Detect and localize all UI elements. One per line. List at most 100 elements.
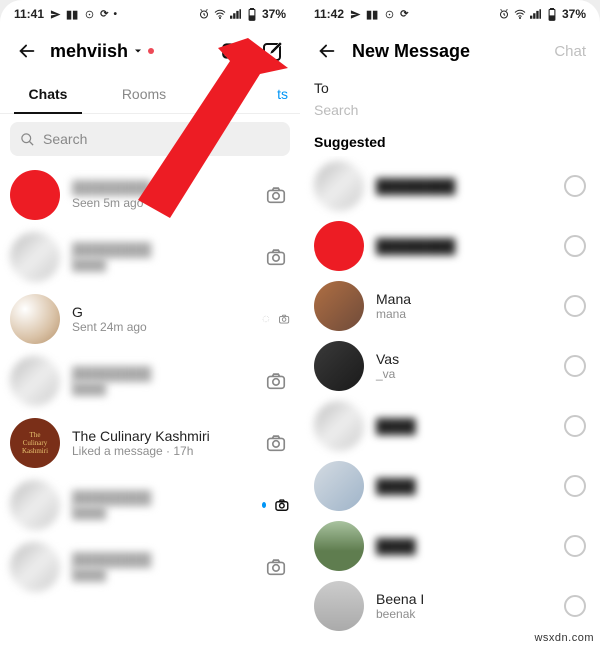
notification-dot xyxy=(148,48,154,54)
select-radio[interactable] xyxy=(564,475,586,497)
to-label: To xyxy=(300,74,600,98)
status-bar: 11:42 ▮▮ ⟳ 37% xyxy=(300,0,600,28)
chat-row[interactable]: ████████ ████ xyxy=(0,350,300,412)
account-switcher[interactable]: mehviish xyxy=(50,41,210,62)
username-label: mehviish xyxy=(50,41,128,62)
search-input[interactable] xyxy=(43,131,280,147)
camera-icon[interactable] xyxy=(265,556,287,578)
sugg-sub: _va xyxy=(376,367,552,381)
inbox-header: mehviish xyxy=(0,28,300,74)
avatar xyxy=(314,461,364,511)
chat-name: ████████ xyxy=(72,366,250,382)
chat-subtitle: ████ xyxy=(72,568,250,582)
suggested-list: ████████ ████████ Mana mana Vas xyxy=(300,156,600,648)
chat-row[interactable]: G Sent 24m ago xyxy=(0,288,300,350)
sugg-name: ████████ xyxy=(376,238,552,254)
chat-row[interactable]: ████████ ████ xyxy=(0,226,300,288)
suggested-row[interactable]: Vas _va xyxy=(300,336,600,396)
alarm-icon xyxy=(498,8,510,20)
sugg-name: ████ xyxy=(376,478,552,494)
pause-icon: ▮▮ xyxy=(66,8,78,21)
chat-list: ████████ Seen 5m ago ████████ ████ G Sen… xyxy=(0,164,300,648)
sugg-name: ████ xyxy=(376,538,552,554)
recipient-search-input[interactable] xyxy=(314,102,586,118)
avatar xyxy=(314,161,364,211)
sync-icon: ⟳ xyxy=(100,9,108,20)
select-radio[interactable] xyxy=(564,415,586,437)
sugg-name: Beena I xyxy=(376,591,552,607)
sugg-name: Mana xyxy=(376,291,552,307)
disc-icon xyxy=(383,8,395,20)
chat-name: ████████ xyxy=(72,180,250,196)
recipient-search[interactable] xyxy=(300,98,600,130)
video-icon xyxy=(220,38,246,64)
camera-icon[interactable] xyxy=(265,432,287,454)
send-icon xyxy=(349,8,361,20)
signal-icon xyxy=(230,8,242,20)
chat-row[interactable]: ████████ Seen 5m ago xyxy=(0,164,300,226)
tab-rooms[interactable]: Rooms xyxy=(96,74,192,113)
suggested-row[interactable]: ████ xyxy=(300,516,600,576)
select-radio[interactable] xyxy=(564,595,586,617)
dot-icon: • xyxy=(114,9,118,20)
avatar xyxy=(314,521,364,571)
chat-row[interactable]: ████████ ████ xyxy=(0,474,300,536)
avatar xyxy=(314,341,364,391)
select-radio[interactable] xyxy=(564,535,586,557)
chat-subtitle: Seen 5m ago xyxy=(72,196,250,210)
search-bar[interactable] xyxy=(10,122,290,156)
camera-icon[interactable] xyxy=(265,184,287,206)
avatar xyxy=(10,542,60,592)
suggested-row[interactable]: ████████ xyxy=(300,156,600,216)
chat-action-button[interactable]: Chat xyxy=(554,43,590,60)
avatar xyxy=(314,401,364,451)
status-time: 11:41 xyxy=(14,7,44,21)
new-message-header: New Message Chat xyxy=(300,28,600,74)
suggested-row[interactable]: Beena I beenak xyxy=(300,576,600,636)
chat-row[interactable]: TheCulinaryKashmiri The Culinary Kashmir… xyxy=(0,412,300,474)
camera-icon[interactable] xyxy=(265,370,287,392)
tab-chats[interactable]: Chats xyxy=(0,74,96,113)
alarm-icon xyxy=(198,8,210,20)
disc-icon xyxy=(83,8,95,20)
camera-icon[interactable] xyxy=(274,494,290,516)
unread-dot xyxy=(262,502,266,508)
pause-icon: ▮▮ xyxy=(366,8,378,21)
avatar xyxy=(314,281,364,331)
sugg-name: Vas xyxy=(376,351,552,367)
compose-icon xyxy=(261,39,285,63)
chevron-down-icon xyxy=(132,45,144,57)
video-call-button[interactable] xyxy=(216,34,250,68)
inbox-tabs: Chats Rooms ts xyxy=(0,74,300,114)
sugg-sub: mana xyxy=(376,307,552,321)
select-radio[interactable] xyxy=(564,175,586,197)
sugg-name: ████████ xyxy=(376,178,552,194)
tab-requests[interactable]: ts xyxy=(192,74,300,113)
send-icon xyxy=(49,8,61,20)
avatar xyxy=(314,581,364,631)
avatar xyxy=(10,480,60,530)
chat-row[interactable]: ████████ ████ xyxy=(0,536,300,598)
avatar xyxy=(314,221,364,271)
arrow-left-icon xyxy=(316,40,338,62)
sending-icon xyxy=(262,312,270,326)
battery-icon xyxy=(246,8,258,20)
chat-subtitle: ████ xyxy=(72,382,250,396)
back-button[interactable] xyxy=(310,34,344,68)
camera-icon[interactable] xyxy=(278,308,290,330)
avatar xyxy=(10,232,60,282)
new-message-screen: 11:42 ▮▮ ⟳ 37% New Message Chat To xyxy=(300,0,600,648)
camera-icon[interactable] xyxy=(265,246,287,268)
suggested-row[interactable]: Mana mana xyxy=(300,276,600,336)
select-radio[interactable] xyxy=(564,295,586,317)
suggested-row[interactable]: ████████ xyxy=(300,216,600,276)
select-radio[interactable] xyxy=(564,235,586,257)
suggested-row[interactable]: ████ xyxy=(300,396,600,456)
compose-button[interactable] xyxy=(256,34,290,68)
signal-icon xyxy=(530,8,542,20)
back-button[interactable] xyxy=(10,34,44,68)
suggested-row[interactable]: ████ xyxy=(300,456,600,516)
status-battery-pct: 37% xyxy=(562,7,586,21)
chat-name: ████████ xyxy=(72,242,250,258)
select-radio[interactable] xyxy=(564,355,586,377)
